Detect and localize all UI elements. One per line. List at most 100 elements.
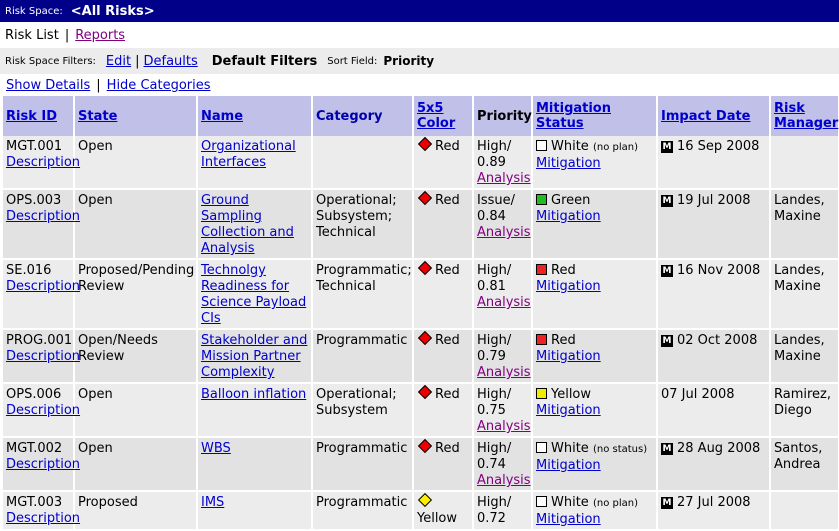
mitigation-note: (no status)	[592, 444, 648, 455]
category-line2: Subsystem	[316, 403, 388, 418]
impact-date-sort-link[interactable]: Impact Date	[661, 109, 751, 124]
default-filters-text: Default Filters	[211, 53, 318, 69]
color-cell: Red	[413, 329, 474, 384]
table-row: OPS.006 Description Open Balloon inflatio…	[3, 383, 839, 438]
manager-line1: Landes,	[774, 333, 825, 348]
filters-separator: |	[135, 53, 140, 69]
risk-name-link[interactable]: IMS	[201, 495, 224, 510]
risk-color-label: Red	[435, 387, 460, 402]
category-cell	[312, 136, 414, 190]
mitigation-status-square-icon	[536, 264, 547, 275]
color-header-line1: 5x5	[417, 101, 444, 116]
name-line3: Complexity	[201, 365, 275, 380]
name-line2: Interfaces	[201, 155, 266, 170]
analysis-link[interactable]: Analysis	[477, 171, 531, 186]
risk-list-tab[interactable]: Risk List	[5, 28, 59, 43]
description-link[interactable]: Description	[6, 155, 80, 170]
risk-name-link[interactable]: Ground Sampling Collection and Analysis	[201, 193, 294, 256]
mitigation-cell: Red Mitigation	[532, 259, 658, 330]
category-cell: Programmatic	[312, 437, 414, 492]
description-link[interactable]: Description	[6, 457, 80, 472]
mitigation-sort-link[interactable]: Mitigation Status	[536, 101, 611, 131]
risk-name-link[interactable]: WBS	[201, 441, 231, 456]
color-cell: Red	[413, 437, 474, 492]
description-link[interactable]: Description	[6, 209, 80, 224]
description-link[interactable]: Description	[6, 349, 80, 364]
state-cell: Proposed/Pending Review	[74, 259, 198, 330]
reports-link[interactable]: Reports	[75, 28, 125, 43]
risk-id-header[interactable]: Risk ID	[3, 96, 75, 136]
mitigation-link[interactable]: Mitigation	[536, 349, 601, 364]
color-cell: Yellow	[413, 491, 474, 531]
risk-color-diamond-icon	[417, 260, 433, 276]
analysis-link[interactable]: Analysis	[477, 365, 531, 380]
category-line1: Programmatic	[316, 495, 408, 510]
manager-header[interactable]: Risk Manager	[770, 96, 839, 136]
risk-id: MGT.001	[6, 139, 63, 154]
color-header[interactable]: 5x5 Color	[413, 96, 474, 136]
edit-filters-link[interactable]: Edit	[106, 54, 131, 69]
mitigation-link[interactable]: Mitigation	[536, 209, 601, 224]
mitigation-cell: White (no plan) Mitigation	[532, 491, 658, 531]
manager-cell: Santos, Andrea	[770, 437, 839, 492]
analysis-link[interactable]: Analysis	[477, 473, 531, 488]
risk-name-link[interactable]: Stakeholder and Mission Partner Complexity	[201, 333, 307, 380]
milestone-badge-icon: M	[661, 141, 673, 153]
color-cell: Red	[413, 259, 474, 330]
mitigation-link[interactable]: Mitigation	[536, 403, 601, 418]
impact-date: 16 Nov 2008	[677, 263, 761, 278]
priority-cell: High/0.81 Analysis	[473, 259, 533, 330]
impact-date-header[interactable]: Impact Date	[657, 96, 771, 136]
category-line2: Subsystem;	[316, 209, 393, 224]
priority-score: 0.74	[477, 457, 506, 472]
risk-id: MGT.003	[6, 495, 63, 510]
analysis-link[interactable]: Analysis	[477, 295, 531, 310]
name-header[interactable]: Name	[197, 96, 313, 136]
impact-date: 28 Aug 2008	[677, 441, 761, 456]
risk-id-sort-link[interactable]: Risk ID	[6, 109, 57, 124]
risk-id-cell: MGT.002 Description	[3, 437, 80, 492]
state-header[interactable]: State	[74, 96, 198, 136]
description-link[interactable]: Description	[6, 511, 80, 526]
name-line1: Organizational	[201, 139, 296, 154]
analysis-link[interactable]: Analysis	[477, 419, 531, 434]
manager-sort-link[interactable]: Risk Manager	[774, 101, 838, 131]
milestone-badge-icon: M	[661, 265, 673, 277]
category-header: Category	[312, 96, 414, 136]
name-cell: Balloon inflation	[197, 383, 313, 438]
color-sort-link[interactable]: 5x5 Color	[417, 101, 455, 131]
priority-score: 0.72	[477, 511, 506, 526]
state-sort-link[interactable]: State	[78, 109, 117, 124]
table-row: OPS.003 Description Open Ground Sampling C…	[3, 189, 839, 260]
state-cell: Open/Needs Review	[74, 329, 198, 384]
risk-name-link[interactable]: Organizational Interfaces	[201, 139, 296, 170]
mitigation-link[interactable]: Mitigation	[536, 458, 601, 473]
color-header-line2: Color	[417, 116, 456, 131]
impact-date-cell: M 19 Jul 2008	[657, 189, 771, 260]
mitigation-status-square-icon	[536, 194, 547, 205]
priority-line1: High/	[477, 387, 512, 402]
priority-cell: High/0.89 Analysis	[473, 136, 533, 190]
manager-cell	[770, 491, 839, 531]
mitigation-link[interactable]: Mitigation	[536, 279, 601, 294]
risk-color-diamond-icon	[417, 136, 433, 152]
analysis-link[interactable]: Analysis	[477, 225, 531, 240]
priority-cell: High/0.79 Analysis	[473, 329, 533, 384]
mitigation-header[interactable]: Mitigation Status	[532, 96, 658, 136]
show-details-link[interactable]: Show Details	[6, 78, 90, 93]
mitigation-header-line2: Status	[536, 116, 584, 131]
name-line2: Readiness for	[201, 279, 290, 294]
hide-categories-link[interactable]: Hide Categories	[107, 78, 211, 93]
risk-name-link[interactable]: Balloon inflation	[201, 387, 306, 402]
defaults-link[interactable]: Defaults	[143, 54, 197, 69]
priority-cell: High/0.75 Analysis	[473, 383, 533, 438]
description-link[interactable]: Description	[6, 403, 80, 418]
manager-line1: Ramirez,	[774, 387, 832, 402]
priority-line1: High/	[477, 263, 512, 278]
description-link[interactable]: Description	[6, 279, 80, 294]
risk-name-link[interactable]: Technolgy Readiness for Science Payload CIs	[201, 263, 306, 326]
mitigation-link[interactable]: Mitigation	[536, 156, 601, 171]
impact-date: 02 Oct 2008	[677, 333, 758, 348]
manager-cell: Landes, Maxine	[770, 259, 839, 330]
name-sort-link[interactable]: Name	[201, 109, 243, 124]
